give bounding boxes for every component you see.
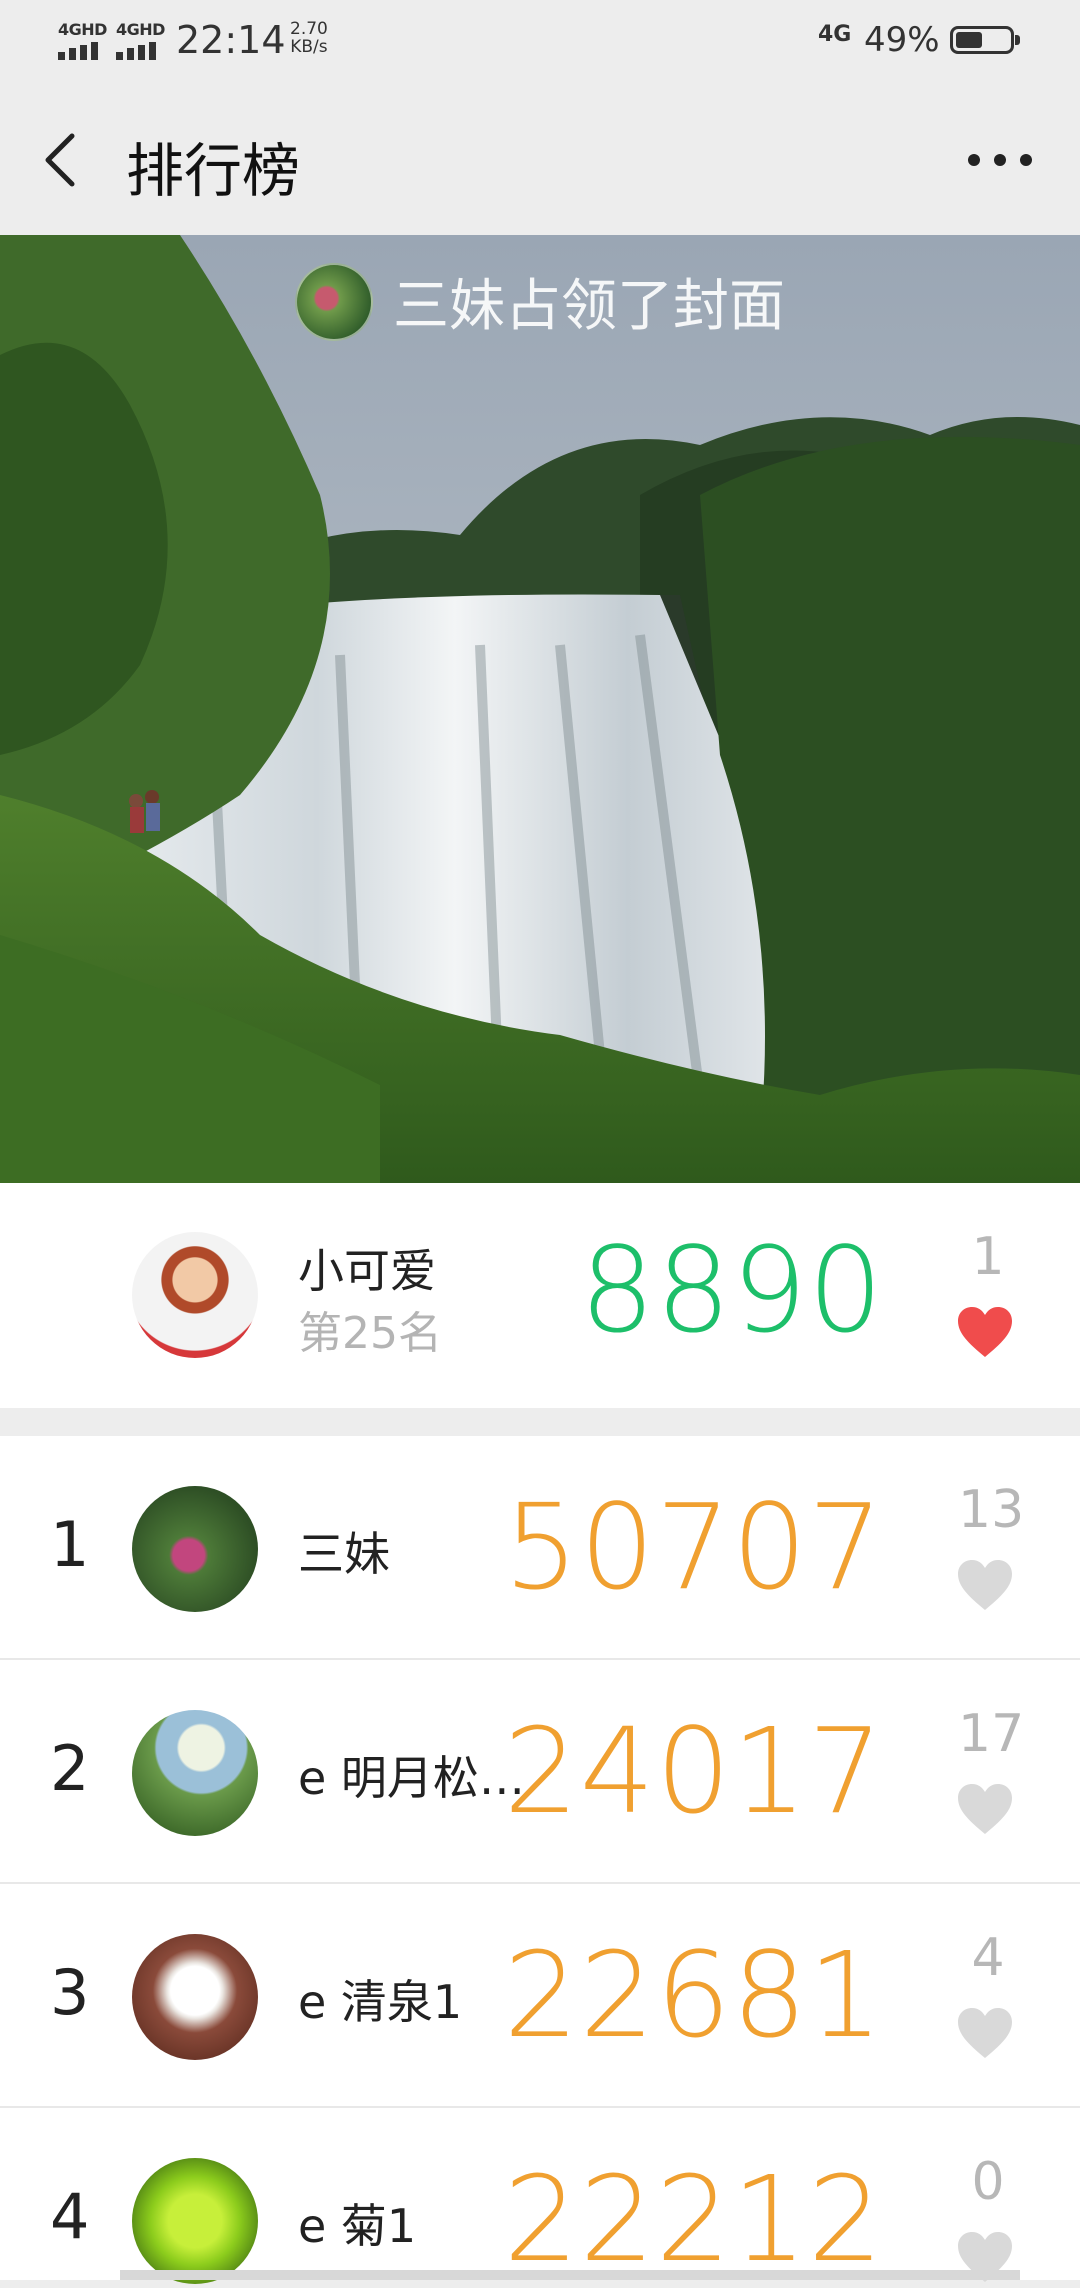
like-button[interactable]: [956, 1782, 1014, 1836]
battery-percent: 49%: [864, 20, 940, 60]
scroll-indicator: [120, 2270, 1020, 2280]
page-title: 排行榜: [126, 137, 301, 205]
chevron-left-icon: [45, 133, 75, 187]
my-score: 8890: [579, 1221, 884, 1359]
cover-owner-text: 三妹占领了封面: [393, 274, 785, 339]
leaderboard-row[interactable]: 4 e 菊1 22212 0: [0, 2108, 1080, 2288]
user-name: 小可爱: [298, 1244, 436, 1298]
heart-icon: [958, 1560, 1012, 1610]
back-button[interactable]: [40, 132, 86, 188]
my-rank-row[interactable]: 小可爱 第25名 8890 1: [0, 1183, 1080, 1408]
avatar: [132, 1934, 258, 2060]
score: 24017: [503, 1702, 884, 1840]
heart-icon: [958, 1784, 1012, 1834]
like-button[interactable]: [956, 1558, 1014, 1612]
more-button[interactable]: [968, 154, 1032, 168]
user-name: e 清泉1: [298, 1975, 463, 2029]
like-count: 0: [971, 2152, 1005, 2212]
cover-owner: 三妹占领了封面: [0, 261, 1080, 342]
score: 22212: [503, 2150, 884, 2288]
status-time: 22:14: [176, 18, 286, 62]
like-count: 4: [971, 1928, 1005, 1988]
like-count: 17: [958, 1704, 1025, 1764]
cover-image[interactable]: 三妹占领了封面: [0, 235, 1080, 1183]
network-speed-value: 2.70: [290, 19, 328, 39]
avatar: [132, 1486, 258, 1612]
like-count: 13: [958, 1480, 1025, 1540]
network-type: 4G: [818, 22, 852, 47]
leaderboard-row[interactable]: 2 e 明月松… 24017 17: [0, 1660, 1080, 1884]
rank-number: 2: [50, 1732, 90, 1805]
battery-icon: [950, 26, 1020, 54]
my-rank-position: 第25名: [298, 1308, 442, 1359]
user-name: e 菊1: [298, 2199, 417, 2253]
like-count: 1: [971, 1227, 1005, 1287]
heart-icon: [958, 1307, 1012, 1357]
score: 22681: [503, 1926, 884, 2064]
heart-icon: [958, 2008, 1012, 2058]
signal-strength-icon: 4GHD: [58, 20, 110, 60]
waterfall-photo: [0, 235, 1080, 1183]
status-bar: 4GHD 4GHD 22:14 2.70 KB/s 4G 49%: [0, 0, 1080, 80]
user-name: 三妹: [298, 1527, 390, 1581]
rank-number: 4: [50, 2180, 90, 2253]
rank-number: 3: [50, 1956, 90, 2029]
user-name: e 明月松…: [298, 1751, 525, 1805]
avatar: [295, 262, 373, 341]
like-button[interactable]: [956, 1305, 1014, 1359]
rank-number: 1: [50, 1508, 90, 1581]
title-bar: 排行榜: [0, 80, 1080, 235]
network-speed-unit: KB/s: [290, 37, 328, 57]
signal-strength-icon: 4GHD: [116, 20, 168, 60]
avatar: [132, 1232, 258, 1358]
leaderboard-row[interactable]: 1 三妹 50707 13: [0, 1436, 1080, 1660]
avatar: [132, 2158, 258, 2284]
network-speed: 2.70 KB/s: [290, 20, 328, 56]
section-divider: [0, 1408, 1080, 1436]
avatar: [132, 1710, 258, 1836]
like-button[interactable]: [956, 2006, 1014, 2060]
leaderboard-row[interactable]: 3 e 清泉1 22681 4: [0, 1884, 1080, 2108]
score: 50707: [503, 1478, 884, 1616]
